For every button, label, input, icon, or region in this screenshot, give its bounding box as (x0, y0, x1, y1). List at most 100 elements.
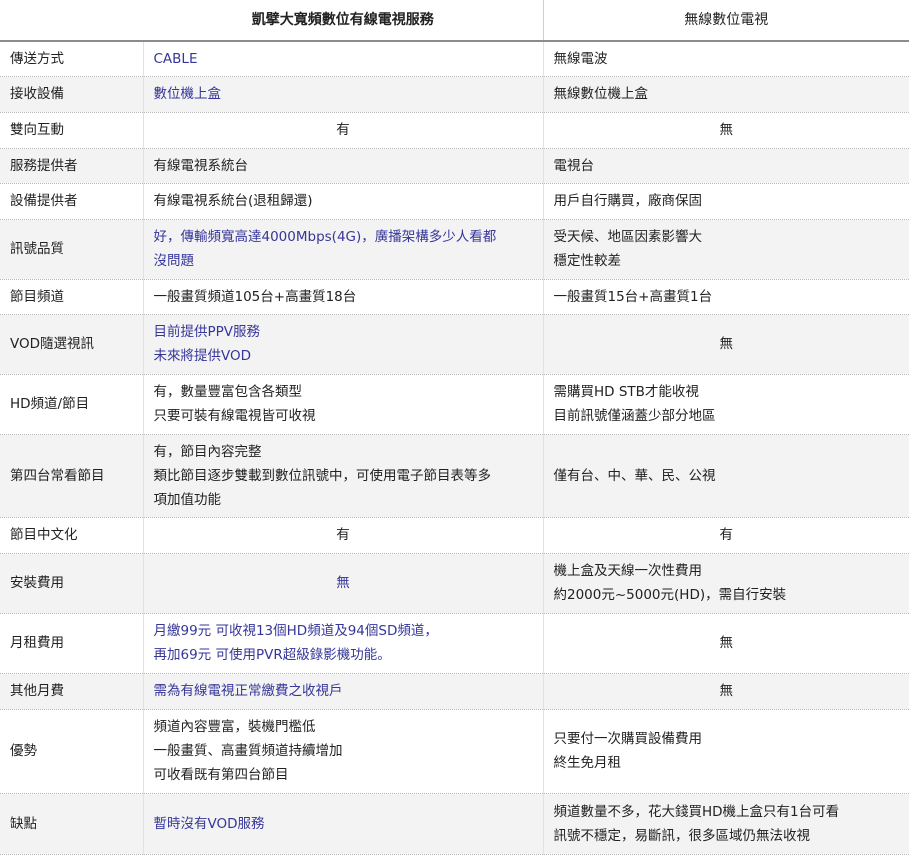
cell-line: 需為有線電視正常繳費之收視戶 (153, 683, 343, 699)
cell-line: 目前提供PPV服務 (153, 324, 261, 340)
cell-line: 只要付一次購買設備費用 (553, 731, 703, 747)
cell-line: 好，傳輸頻寬高達4000Mbps(4G)，廣播架構多少人看都 (153, 229, 497, 245)
row-label: 第四台常看節目 (0, 434, 143, 518)
cell-wireless: 機上盒及天線一次性費用約2000元~5000元(HD)，需自行安裝 (542, 553, 909, 614)
row-label: 缺點 (0, 793, 143, 855)
cell-line: 受天候、地區因素影響大 (553, 229, 703, 245)
cell-line: 有 (719, 527, 734, 543)
comparison-table: 凱擘大寬頻數位有線電視服務 無線數位電視 傳送方式 CABLE 無線電波 接收設備 數位… (0, 0, 909, 855)
cell-line: 一般畫質15台+高畫質1台 (553, 288, 713, 305)
cell-wireless: 一般畫質15台+高畫質1台 (542, 279, 909, 315)
cell-line: 沒問題 (153, 253, 195, 269)
row-label: 節目頻道 (0, 279, 143, 315)
cell-line: 有線電視系統台(退租歸還) (153, 193, 313, 209)
cell-wireless: 需購買HD STB才能收視目前訊號僅涵蓋少部分地區 (542, 374, 909, 435)
row-label: 服務提供者 (0, 148, 143, 184)
cell-line: 訊號不穩定，易斷訊，很多區域仍無法收視 (553, 827, 811, 844)
cell-cable: 需為有線電視正常繳費之收視戶 (142, 673, 543, 710)
table-row: VOD隨選視訊 目前提供PPV服務 未來將提供VOD 無 (0, 314, 909, 375)
cell-wireless: 無線電波 (542, 41, 909, 77)
cell-line: 無線電波 (553, 50, 608, 67)
table-row: 優勢 頻道內容豐富，裝機門檻低 一般畫質、高畫質頻道持續增加 可收看既有第四台節目 只要… (0, 709, 909, 794)
table-row: 服務提供者 有線電視系統台 電視台 (0, 148, 909, 184)
cell-wireless: 電視台 (542, 148, 909, 184)
cell-line: 類比節目逐步雙載到數位訊號中，可使用電子節目表等多 (153, 467, 492, 484)
cell-wireless: 受天候、地區因素影響大 穩定性較差 (542, 219, 909, 280)
cell-wireless: 僅有台、中、華、民、公視 (542, 434, 909, 518)
cell-line: 有 (336, 527, 350, 543)
cell-cable: 有 (142, 112, 543, 149)
cell-line: 可收看既有第四台節目 (153, 767, 289, 783)
table-row: 雙向互動 有 無 (0, 112, 909, 149)
row-label: 訊號品質 (0, 219, 143, 280)
cell-wireless: 用戶自行購買，廠商保固 (542, 183, 909, 220)
cell-line: 有，數量豐富包含各類型 (153, 384, 303, 400)
cell-cable: 好，傳輸頻寬高達4000Mbps(4G)，廣播架構多少人看都 沒問題 (142, 219, 543, 280)
cell-wireless: 無 (542, 314, 909, 375)
header-empty (0, 0, 143, 42)
cell-line: 頻道內容豐富，裝機門檻低 (153, 719, 316, 735)
cell-cable: 一般畫質頻道105台+高畫質18台 (142, 279, 543, 315)
row-label: 月租費用 (0, 613, 143, 674)
cell-line: 無 (336, 575, 350, 591)
cell-line: 月繳99元 可收視13個HD頻道及94個SD頻道， (153, 623, 438, 639)
cell-wireless: 有 (542, 517, 909, 554)
cell-line: 無 (719, 683, 734, 699)
cell-line: 機上盒及天線一次性費用 (553, 563, 703, 579)
row-label: HD頻道/節目 (0, 374, 143, 435)
cell-cable: CABLE (142, 41, 543, 77)
cell-line: 用戶自行購買，廠商保固 (553, 193, 703, 209)
cell-line: 有線電視系統台 (153, 157, 249, 174)
row-label: 優勢 (0, 709, 143, 794)
header-wireless-tv: 無線數位電視 (542, 0, 909, 42)
cell-line: 電視台 (553, 157, 595, 174)
cell-cable: 有線電視系統台 (142, 148, 543, 184)
cell-line: 一般畫質、高畫質頻道持續增加 (153, 743, 343, 759)
row-label: VOD隨選視訊 (0, 314, 143, 375)
cell-cable: 目前提供PPV服務 未來將提供VOD (142, 314, 543, 375)
cell-line: 再加69元 可使用PVR超級錄影機功能。 (153, 647, 391, 663)
table-row: 節目頻道 一般畫質頻道105台+高畫質18台 一般畫質15台+高畫質1台 (0, 279, 909, 315)
header-row: 凱擘大寬頻數位有線電視服務 無線數位電視 (0, 0, 909, 42)
cell-line: 無線數位機上盒 (553, 86, 649, 102)
cell-line: 無 (719, 122, 734, 138)
cell-line: 無 (719, 336, 734, 352)
cell-cable: 有，數量豐富包含各類型 只要可裝有線電視皆可收視 (142, 374, 543, 435)
cell-line: 有 (336, 122, 350, 138)
table-row: 節目中文化 有 有 (0, 517, 909, 554)
row-label: 雙向互動 (0, 112, 143, 149)
cell-cable: 數位機上盒 (142, 76, 543, 113)
cell-line: 頻道數量不多，花大錢買HD機上盒只有1台可看 (553, 803, 840, 820)
table-row: 第四台常看節目 有，節目內容完整 類比節目逐步雙載到數位訊號中，可使用電子節目表等多… (0, 434, 909, 518)
cell-line: 項加值功能 (153, 491, 222, 508)
cell-cable: 有 (142, 517, 543, 554)
row-label: 節目中文化 (0, 517, 143, 554)
row-label: 設備提供者 (0, 183, 143, 220)
table-row: 缺點 暫時沒有VOD服務 頻道數量不多，花大錢買HD機上盒只有1台可看 訊號不穩定，易… (0, 793, 909, 855)
table-row: 月租費用 月繳99元 可收視13個HD頻道及94個SD頻道， 再加69元 可使用PV… (0, 613, 909, 674)
cell-line: 數位機上盒 (153, 86, 222, 102)
cell-line: 穩定性較差 (553, 253, 622, 269)
cell-line: 約2000元~5000元(HD)，需自行安裝 (553, 587, 787, 603)
table-row: 傳送方式 CABLE 無線電波 (0, 41, 909, 77)
cell-line: 目前訊號僅涵蓋少部分地區 (553, 408, 716, 424)
cell-cable: 頻道內容豐富，裝機門檻低一般畫質、高畫質頻道持續增加 可收看既有第四台節目 (142, 709, 543, 794)
cell-wireless: 無 (542, 112, 909, 149)
cell-line: 只要可裝有線電視皆可收視 (153, 408, 316, 424)
table-row: HD頻道/節目 有，數量豐富包含各類型 只要可裝有線電視皆可收視 需購買HD STB才… (0, 374, 909, 435)
row-label: 安裝費用 (0, 553, 143, 614)
table-row: 接收設備 數位機上盒 無線數位機上盒 (0, 76, 909, 113)
cell-cable: 暫時沒有VOD服務 (142, 793, 543, 855)
row-label: 其他月費 (0, 673, 143, 710)
cell-wireless: 無 (542, 613, 909, 674)
cell-line: 一般畫質頻道105台+高畫質18台 (153, 288, 357, 305)
cell-cable: 無 (142, 553, 543, 614)
table-row: 設備提供者 有線電視系統台(退租歸還) 用戶自行購買，廠商保固 (0, 183, 909, 220)
cell-wireless: 頻道數量不多，花大錢買HD機上盒只有1台可看 訊號不穩定，易斷訊，很多區域仍無法收… (542, 793, 909, 855)
row-label: 接收設備 (0, 76, 143, 113)
cell-cable: 月繳99元 可收視13個HD頻道及94個SD頻道， 再加69元 可使用PVR超級錄… (142, 613, 543, 674)
cell-line: 需購買HD STB才能收視 (553, 384, 699, 400)
header-cable-service: 凱擘大寬頻數位有線電視服務 (143, 0, 543, 42)
cell-line: 僅有台、中、華、民、公視 (553, 467, 716, 484)
cell-line: 暫時沒有VOD服務 (153, 815, 265, 832)
